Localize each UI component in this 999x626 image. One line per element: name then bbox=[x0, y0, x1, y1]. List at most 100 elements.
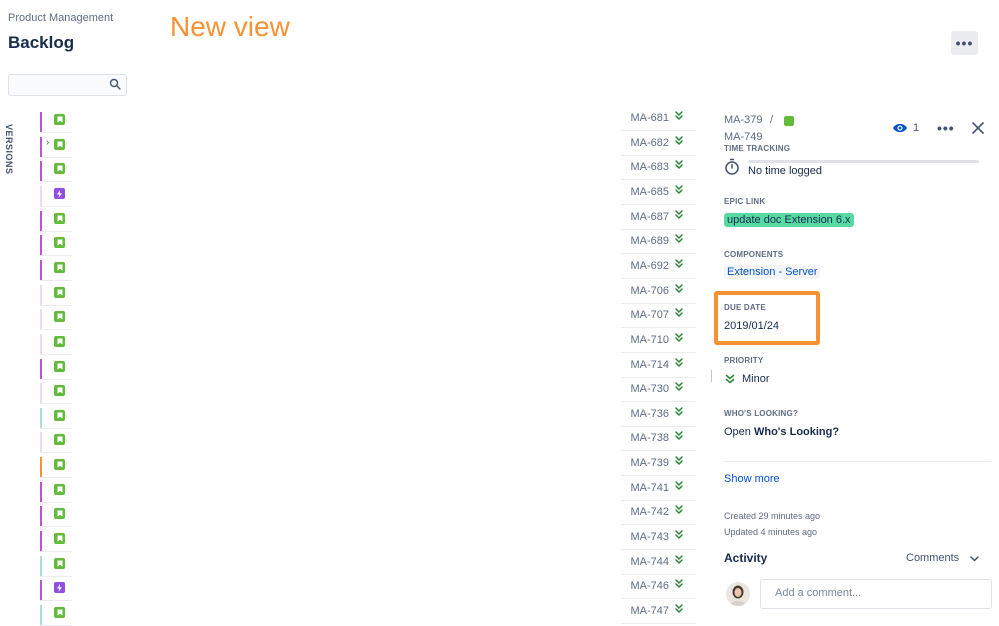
backlog-row-left[interactable] bbox=[40, 579, 72, 601]
backlog-row-right[interactable]: MA-692 bbox=[621, 257, 696, 279]
issue-key[interactable]: MA-743 bbox=[623, 531, 669, 543]
backlog-row-right[interactable]: MA-738 bbox=[621, 429, 696, 451]
chevron-double-down-icon bbox=[675, 136, 683, 145]
issue-key[interactable]: MA-739 bbox=[623, 457, 669, 469]
activity-filter-select[interactable]: Comments bbox=[906, 552, 959, 564]
issue-key[interactable]: MA-692 bbox=[623, 260, 669, 272]
issue-key[interactable]: MA-683 bbox=[623, 161, 669, 173]
issue-key[interactable]: MA-738 bbox=[623, 432, 669, 444]
backlog-row-right[interactable]: MA-707 bbox=[621, 306, 696, 328]
backlog-row-right[interactable]: MA-742 bbox=[621, 503, 696, 525]
search-box[interactable] bbox=[8, 74, 127, 96]
issue-key[interactable]: MA-710 bbox=[623, 334, 669, 346]
backlog-row-right[interactable]: MA-739 bbox=[621, 454, 696, 476]
search-icon[interactable] bbox=[109, 78, 121, 90]
priority-value[interactable]: Minor bbox=[742, 373, 770, 385]
issue-key[interactable]: MA-741 bbox=[623, 482, 669, 494]
eye-icon[interactable] bbox=[892, 122, 908, 134]
backlog-row-right[interactable]: MA-743 bbox=[621, 528, 696, 550]
backlog-row-right[interactable]: MA-736 bbox=[621, 405, 696, 427]
backlog-row-left[interactable] bbox=[40, 358, 72, 380]
backlog-row-left[interactable] bbox=[40, 431, 72, 453]
issue-key[interactable]: MA-742 bbox=[623, 506, 669, 518]
time-tracking-value[interactable]: No time logged bbox=[748, 165, 822, 177]
backlog-row-right[interactable]: MA-685 bbox=[621, 183, 696, 205]
backlog-row-right[interactable]: MA-681 bbox=[621, 109, 696, 131]
backlog-row-left[interactable]: › bbox=[40, 136, 72, 158]
backlog-row-left[interactable] bbox=[40, 185, 72, 207]
due-date-highlight bbox=[714, 291, 820, 345]
whos-looking-text[interactable]: Open Who's Looking? bbox=[724, 426, 839, 438]
issue-key[interactable]: MA-747 bbox=[623, 605, 669, 617]
close-icon[interactable] bbox=[972, 122, 984, 134]
epic-color-bar bbox=[40, 408, 42, 428]
chevron-double-down-icon bbox=[675, 160, 683, 169]
epic-color-bar bbox=[40, 309, 42, 329]
board-more-button[interactable]: ••• bbox=[951, 31, 978, 55]
backlog-row-right[interactable]: MA-682 bbox=[621, 134, 696, 156]
backlog-row-right[interactable]: MA-744 bbox=[621, 553, 696, 575]
issue-key[interactable]: MA-687 bbox=[623, 211, 669, 223]
chevron-double-down-icon bbox=[725, 374, 735, 384]
issue-key[interactable]: MA-689 bbox=[623, 235, 669, 247]
issue-more-button[interactable]: ••• bbox=[937, 120, 955, 136]
search-input[interactable] bbox=[9, 76, 112, 94]
time-tracking-bar bbox=[748, 160, 979, 163]
backlog-row-left[interactable] bbox=[40, 234, 72, 256]
backlog-row-left[interactable] bbox=[40, 308, 72, 330]
epic-link-lozenge[interactable]: update doc Extension 6.x bbox=[724, 213, 854, 227]
chevron-down-icon[interactable] bbox=[970, 556, 979, 562]
chevron-double-down-icon bbox=[675, 505, 683, 514]
component-tag[interactable]: Extension - Server bbox=[724, 265, 821, 279]
backlog-row-left[interactable] bbox=[40, 481, 72, 503]
issue-key[interactable]: MA-744 bbox=[623, 556, 669, 568]
whos-looking-link[interactable]: Who's Looking? bbox=[754, 426, 839, 438]
backlog-row-right[interactable]: MA-683 bbox=[621, 158, 696, 180]
backlog-row-left[interactable] bbox=[40, 284, 72, 306]
issue-key[interactable]: MA-746 bbox=[623, 580, 669, 592]
breadcrumb-parent-key[interactable]: MA-379 bbox=[724, 114, 763, 126]
backlog-row-left[interactable] bbox=[40, 530, 72, 552]
backlog-row-right[interactable]: MA-687 bbox=[621, 208, 696, 230]
versions-panel-toggle[interactable]: VERSIONS bbox=[4, 124, 14, 175]
backlog-row-left[interactable] bbox=[40, 407, 72, 429]
backlog-row-left[interactable] bbox=[40, 382, 72, 404]
backlog-row-left[interactable] bbox=[40, 555, 72, 577]
issue-key[interactable]: MA-730 bbox=[623, 383, 669, 395]
backlog-row-right[interactable]: MA-689 bbox=[621, 232, 696, 254]
backlog-row-right[interactable]: MA-706 bbox=[621, 282, 696, 304]
backlog-row-left[interactable] bbox=[40, 505, 72, 527]
backlog-row-left[interactable] bbox=[40, 210, 72, 232]
backlog-row-right[interactable]: MA-746 bbox=[621, 577, 696, 599]
issue-key[interactable]: MA-685 bbox=[623, 186, 669, 198]
issue-key[interactable]: MA-706 bbox=[623, 285, 669, 297]
backlog-row-left[interactable] bbox=[40, 160, 72, 182]
backlog-row-left[interactable] bbox=[40, 333, 72, 355]
issue-key[interactable]: MA-714 bbox=[623, 359, 669, 371]
breadcrumb-issue-key[interactable]: MA-749 bbox=[724, 131, 763, 143]
due-date-value[interactable]: 2019/01/24 bbox=[724, 320, 779, 332]
story-icon bbox=[54, 434, 65, 445]
backlog-row-left[interactable] bbox=[40, 259, 72, 281]
expand-chevron-icon[interactable]: › bbox=[46, 137, 49, 148]
project-name[interactable]: Product Management bbox=[8, 12, 113, 24]
backlog-row-left[interactable] bbox=[40, 111, 72, 133]
backlog-row-right[interactable]: MA-714 bbox=[621, 356, 696, 378]
backlog-row-right[interactable]: MA-747 bbox=[621, 602, 696, 624]
comment-box[interactable] bbox=[760, 579, 999, 609]
issue-key[interactable]: MA-736 bbox=[623, 408, 669, 420]
issue-key[interactable]: MA-707 bbox=[623, 309, 669, 321]
show-more-link[interactable]: Show more bbox=[724, 473, 780, 485]
backlog-row-right[interactable]: MA-710 bbox=[621, 331, 696, 353]
story-icon bbox=[54, 114, 65, 125]
panel-resize-handle[interactable] bbox=[711, 370, 712, 382]
chevron-double-down-icon bbox=[675, 604, 683, 613]
backlog-row-right[interactable]: MA-741 bbox=[621, 479, 696, 501]
epic-color-bar bbox=[40, 383, 42, 403]
backlog-row-left[interactable] bbox=[40, 604, 72, 626]
issue-key[interactable]: MA-682 bbox=[623, 137, 669, 149]
backlog-row-left[interactable] bbox=[40, 456, 72, 478]
issue-key[interactable]: MA-681 bbox=[623, 112, 669, 124]
comment-input[interactable] bbox=[761, 580, 999, 606]
backlog-row-right[interactable]: MA-730 bbox=[621, 380, 696, 402]
